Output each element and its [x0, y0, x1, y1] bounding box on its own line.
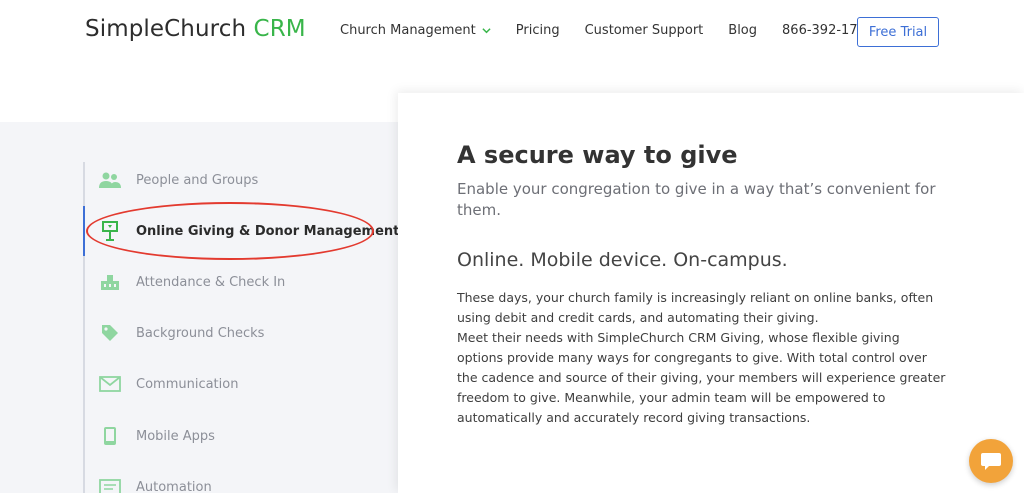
sidebar-item-background-checks[interactable]: Background Checks	[98, 320, 264, 346]
sidebar-item-label: Attendance & Check In	[136, 274, 286, 290]
logo-accent: CRM	[253, 16, 306, 42]
mobile-icon	[98, 425, 122, 447]
sidebar-item-label: Online Giving & Donor Management	[136, 223, 400, 239]
section-title: A secure way to give	[457, 141, 738, 169]
sidebar-active-indicator	[83, 206, 85, 256]
nav-label: Blog	[728, 23, 758, 38]
sidebar-item-automation[interactable]: Automation	[98, 474, 212, 493]
giving-sign-icon	[98, 220, 122, 242]
nav-blog[interactable]: Blog	[728, 23, 757, 38]
section-body: These days, your church family is increa…	[457, 288, 947, 428]
sidebar-item-people-groups[interactable]: People and Groups	[98, 167, 258, 193]
sidebar-item-label: Background Checks	[136, 325, 265, 341]
body-paragraph: These days, your church family is increa…	[457, 290, 934, 325]
sidebar-item-mobile-apps[interactable]: Mobile Apps	[98, 423, 215, 449]
body-paragraph: Meet their needs with SimpleChurch CRM G…	[457, 330, 946, 425]
site-logo[interactable]: SimpleChurch CRM	[85, 16, 306, 42]
people-icon	[98, 169, 122, 191]
sidebar-item-online-giving[interactable]: Online Giving & Donor Management	[98, 218, 399, 244]
chat-widget-button[interactable]	[969, 439, 1013, 483]
nav-customer-support[interactable]: Customer Support	[585, 23, 704, 38]
sidebar-item-label: Communication	[136, 376, 239, 392]
sidebar-item-label: People and Groups	[136, 172, 259, 188]
free-trial-button[interactable]: Free Trial	[857, 17, 939, 47]
chevron-down-icon	[482, 28, 491, 34]
tag-icon	[98, 322, 122, 344]
nav-label: Pricing	[515, 23, 560, 38]
nav-pricing[interactable]: Pricing	[516, 23, 560, 38]
chat-bubble-icon	[981, 453, 1001, 470]
nav-church-management[interactable]: Church Management	[340, 23, 491, 38]
building-icon	[98, 271, 122, 293]
sidebar-item-communication[interactable]: Communication	[98, 371, 238, 397]
section-heading: Online. Mobile device. On-campus.	[457, 249, 788, 271]
sidebar-item-label: Mobile Apps	[136, 428, 215, 444]
sidebar-item-label: Automation	[136, 479, 212, 493]
nav-label: Customer Support	[584, 23, 704, 38]
automation-icon	[98, 476, 122, 493]
envelope-icon	[98, 373, 122, 395]
sidebar-item-attendance[interactable]: Attendance & Check In	[98, 269, 285, 295]
site-header: SimpleChurch CRM Church Management Prici…	[0, 0, 1024, 62]
content-card: A secure way to give Enable your congreg…	[398, 93, 1024, 493]
main-nav: Church Management Pricing Customer Suppo…	[340, 23, 899, 38]
nav-label: Church Management	[340, 23, 476, 38]
logo-brand: SimpleChurch	[85, 16, 247, 42]
section-subtitle: Enable your congregation to give in a wa…	[457, 180, 936, 219]
